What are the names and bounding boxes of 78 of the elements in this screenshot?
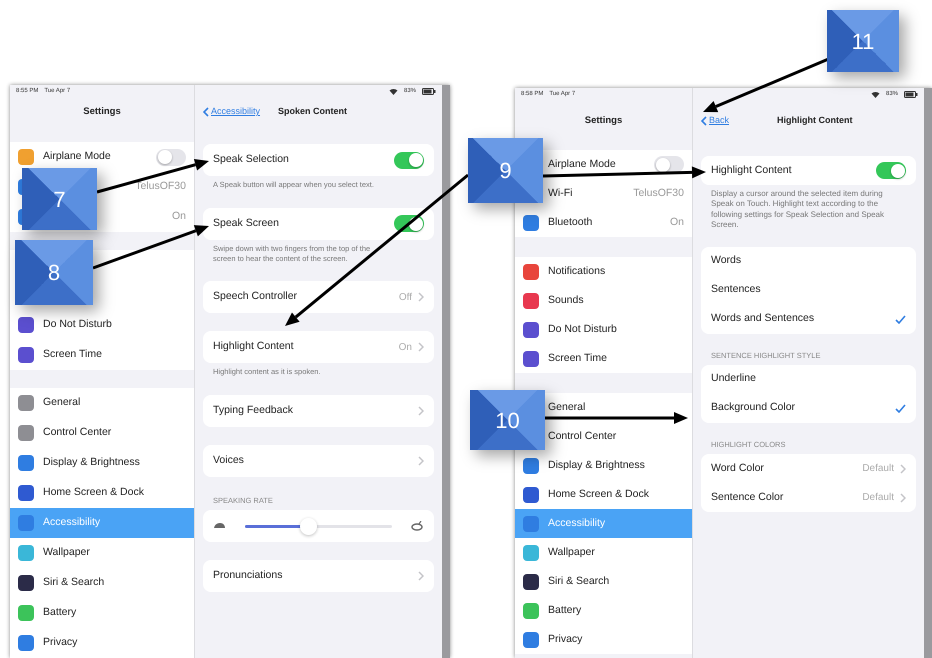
setting-label: Highlight Content bbox=[213, 339, 294, 354]
chevron-icon bbox=[418, 456, 424, 466]
wifi-icon bbox=[388, 88, 398, 95]
sidebar-title: Settings bbox=[584, 114, 624, 128]
setting-label: Highlight Content bbox=[711, 162, 792, 178]
toggle-switch[interactable] bbox=[156, 148, 186, 166]
sidebar-item[interactable]: Screen Time bbox=[10, 340, 194, 370]
setting-value: Default bbox=[862, 491, 894, 506]
chevron-icon bbox=[418, 571, 424, 582]
callout-marker: 7 bbox=[22, 168, 97, 230]
callout-marker: 9 bbox=[468, 138, 543, 203]
chevron-icon bbox=[900, 492, 906, 503]
sidebar-item[interactable]: Screen Time bbox=[515, 344, 692, 373]
sidebar-label[interactable]: Control Center bbox=[548, 428, 616, 444]
back-link[interactable]: Accessibility bbox=[203, 105, 260, 119]
sidebar-label[interactable]: Airplane Mode bbox=[43, 149, 111, 165]
sidebar-item[interactable]: Wallpaper bbox=[515, 538, 692, 567]
sidebar-item[interactable]: Wallpaper bbox=[10, 538, 194, 568]
battery-icon bbox=[904, 91, 918, 98]
sidebar-item[interactable]: Display & Brightness bbox=[515, 451, 692, 480]
option-row[interactable]: Underline bbox=[701, 364, 916, 394]
option-row[interactable]: Words and Sentences bbox=[701, 304, 916, 334]
section-footer: Display a cursor around the selected item during Speak on Touch. Highlight text according to the following settings for Speak Selection and Speak Screen. bbox=[701, 185, 916, 231]
option-row[interactable]: Background Color bbox=[701, 394, 916, 423]
sidebar-value: On bbox=[670, 214, 684, 230]
setting-label: Speech Controller bbox=[213, 289, 298, 304]
setting-label: Voices bbox=[213, 453, 244, 468]
sidebar-item[interactable]: Battery bbox=[515, 596, 692, 625]
sidebar-item[interactable]: Siri & Search bbox=[10, 568, 194, 598]
chevron-left-icon bbox=[203, 107, 209, 117]
sidebar-label[interactable]: Wi-Fi bbox=[548, 186, 572, 202]
sidebar-item[interactable]: Display & Brightness bbox=[10, 448, 194, 478]
callout-marker: 8 bbox=[15, 240, 93, 305]
page-title: Spoken Content bbox=[278, 105, 348, 118]
sidebar-item[interactable]: Battery bbox=[10, 598, 194, 628]
sidebar-label[interactable]: Airplane Mode bbox=[548, 156, 616, 172]
option-row[interactable]: Words bbox=[701, 246, 916, 276]
sidebar-item[interactable]: Notifications bbox=[515, 257, 692, 286]
sidebar-item[interactable]: Do Not Disturb bbox=[10, 310, 194, 340]
wifi-icon bbox=[870, 91, 880, 98]
callout-marker: 11 bbox=[827, 10, 899, 72]
sidebar-item[interactable]: Sounds bbox=[515, 286, 692, 315]
chevron-icon bbox=[418, 292, 424, 302]
sidebar-item[interactable]: Control Center bbox=[10, 418, 194, 448]
toggle-switch[interactable] bbox=[654, 156, 684, 173]
toggle-switch[interactable] bbox=[394, 152, 424, 168]
setting-value: On bbox=[398, 340, 412, 355]
setting-value: Off bbox=[398, 290, 412, 305]
setting-label: Speak Selection bbox=[213, 152, 289, 168]
sidebar-item[interactable]: Do Not Disturb bbox=[515, 315, 692, 344]
sidebar-item[interactable]: Privacy bbox=[515, 625, 692, 654]
sidebar-value: TelusOF30 bbox=[633, 186, 684, 201]
callout-marker: 10 bbox=[470, 390, 545, 450]
setting-label: Typing Feedback bbox=[213, 403, 293, 418]
setting-label: Speak Screen bbox=[213, 216, 279, 231]
sidebar-item[interactable]: Home Screen & Dock bbox=[515, 480, 692, 509]
sidebar-title: Settings bbox=[82, 104, 122, 119]
setting-label: Sentence Color bbox=[711, 490, 784, 505]
sidebar-item[interactable]: Privacy bbox=[10, 628, 194, 658]
sidebar-item[interactable]: Siri & Search bbox=[515, 567, 692, 596]
setting-label: Pronunciations bbox=[213, 568, 282, 584]
page-title: Highlight Content bbox=[777, 114, 852, 128]
sidebar-label[interactable]: General bbox=[548, 400, 586, 416]
chevron-left-icon bbox=[701, 116, 707, 126]
setting-value: Default bbox=[862, 462, 894, 476]
sidebar-item[interactable]: Home Screen & Dock bbox=[10, 478, 194, 508]
battery-icon bbox=[422, 88, 436, 95]
sidebar-item[interactable]: Bluetooth On bbox=[515, 208, 692, 237]
chevron-icon bbox=[900, 464, 906, 474]
sidebar-item[interactable]: General bbox=[10, 388, 194, 418]
sidebar-value: TelusOF30 bbox=[135, 179, 186, 194]
chevron-icon bbox=[418, 406, 424, 416]
setting-label: Word Color bbox=[711, 460, 764, 476]
chevron-icon bbox=[418, 342, 424, 352]
toggle-switch[interactable] bbox=[876, 162, 906, 179]
option-row[interactable]: Sentences bbox=[701, 276, 916, 305]
back-link[interactable]: Back bbox=[701, 114, 730, 128]
sidebar-value: On bbox=[172, 209, 186, 224]
